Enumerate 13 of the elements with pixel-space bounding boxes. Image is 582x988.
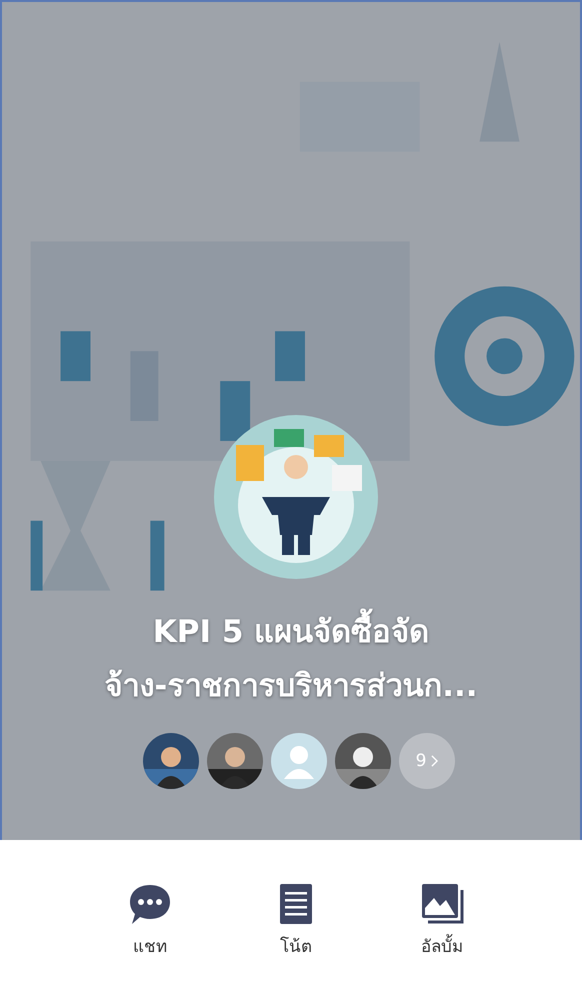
speech-bubble-icon bbox=[128, 882, 172, 926]
bar-drawing bbox=[150, 520, 164, 591]
default-avatar-icon[interactable] bbox=[271, 733, 327, 789]
album-button[interactable]: อัลบั้ม bbox=[399, 882, 485, 988]
album-icon bbox=[420, 882, 464, 926]
candle-drawing bbox=[60, 331, 90, 382]
candle-drawing bbox=[275, 331, 305, 382]
chevron-icon bbox=[431, 755, 438, 767]
candle-drawing bbox=[220, 381, 250, 441]
chat-button[interactable]: แชท bbox=[107, 882, 193, 988]
group-name: จ้าง-ราชการบริหารส่วนก... bbox=[104, 667, 478, 706]
note-button[interactable]: โน้ต bbox=[253, 882, 339, 988]
group-name: KPI 5 แผนจัดซื้อจัด bbox=[152, 605, 430, 659]
